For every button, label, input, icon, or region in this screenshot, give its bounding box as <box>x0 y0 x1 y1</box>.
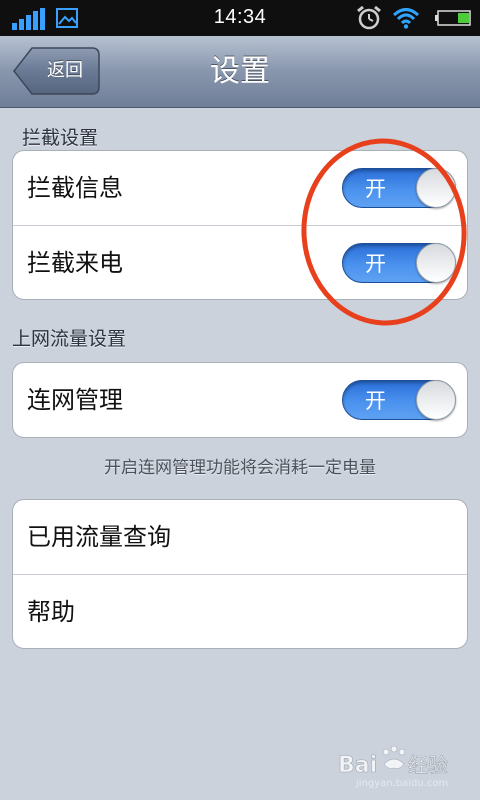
row-help[interactable]: 帮助 <box>13 574 467 648</box>
status-bar: 14:34 <box>0 0 480 36</box>
svg-text:Bai: Bai <box>338 753 377 778</box>
row-intercept-messages[interactable]: 拦截信息 开 <box>13 151 467 225</box>
svg-text:经验: 经验 <box>408 753 448 777</box>
network-management-note: 开启连网管理功能将会消耗一定电量 <box>104 458 376 478</box>
toggle-knob[interactable] <box>416 380 456 420</box>
toggle-knob[interactable] <box>416 168 456 208</box>
intercept-calls-toggle[interactable]: 开 <box>342 243 456 283</box>
intercept-messages-toggle[interactable]: 开 <box>342 168 456 208</box>
other-settings-group: 已用流量查询 帮助 <box>12 499 468 649</box>
page-title: 设置 <box>210 54 270 89</box>
row-label: 拦截信息 <box>27 174 123 202</box>
intercept-settings-group: 拦截信息 开 拦截来电 开 <box>12 150 468 300</box>
row-intercept-calls[interactable]: 拦截来电 开 <box>13 225 467 299</box>
alarm-icon <box>357 5 381 30</box>
battery-icon <box>435 10 471 26</box>
wifi-icon <box>392 8 420 29</box>
nav-bar: 返回 设置 <box>0 36 480 108</box>
row-label: 连网管理 <box>27 386 123 414</box>
network-management-toggle[interactable]: 开 <box>342 380 456 420</box>
row-label: 帮助 <box>27 598 75 626</box>
toggle-label: 开 <box>365 177 386 201</box>
toggle-label: 开 <box>365 252 386 276</box>
toggle-label: 开 <box>365 389 386 413</box>
row-traffic-query[interactable]: 已用流量查询 <box>13 500 467 574</box>
toggle-knob[interactable] <box>416 243 456 283</box>
section-header-intercept: 拦截设置 <box>22 127 99 149</box>
traffic-settings-group: 连网管理 开 <box>12 362 468 438</box>
row-label: 拦截来电 <box>27 249 123 277</box>
watermark-logo: Bai 经验 jingyan.baidu.com <box>338 745 448 789</box>
section-header-traffic: 上网流量设置 <box>12 328 127 350</box>
row-network-management[interactable]: 连网管理 开 <box>13 363 467 437</box>
row-label: 已用流量查询 <box>27 523 171 551</box>
svg-text:jingyan.baidu.com: jingyan.baidu.com <box>355 778 448 789</box>
